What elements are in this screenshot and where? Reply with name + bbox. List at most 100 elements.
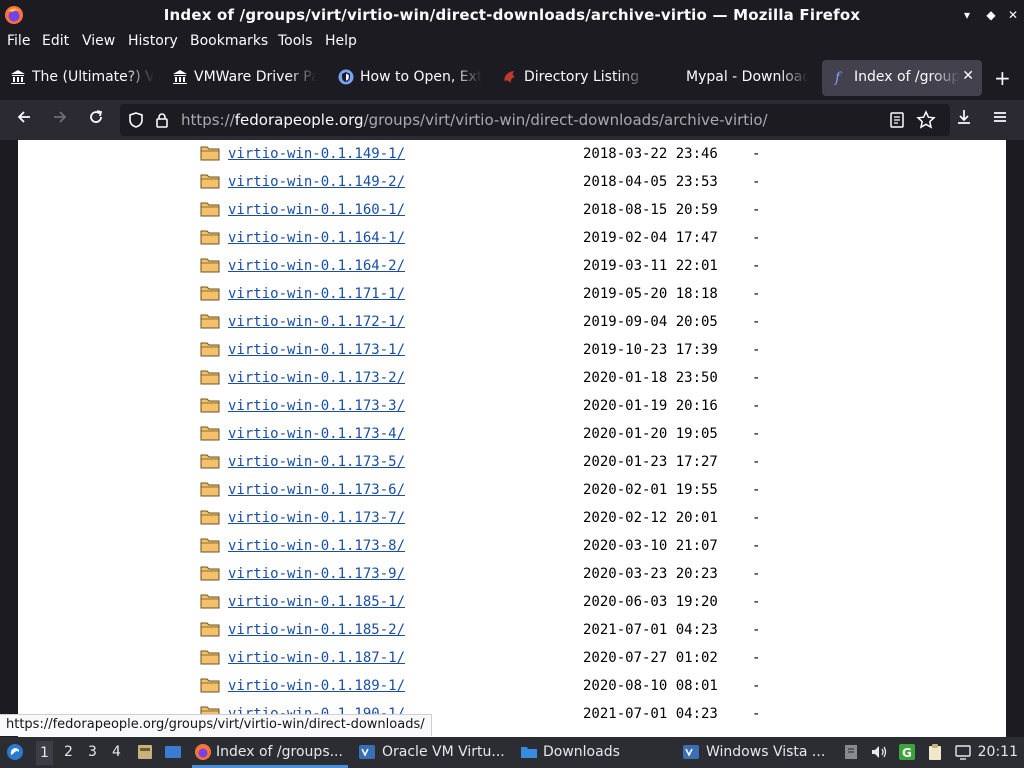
new-tab-button[interactable]: +: [994, 66, 1011, 90]
folder-link[interactable]: virtio-win-0.1.185-2/: [228, 622, 405, 638]
url-text[interactable]: https://fedorapeople.org/groups/virt/vir…: [181, 111, 768, 129]
listing-row: virtio-win-0.1.173-5/2020-01-23 17:27 -: [18, 450, 1006, 478]
url-domain: fedorapeople.org: [234, 111, 364, 129]
menu-view[interactable]: View: [82, 33, 115, 49]
size-value: -: [752, 398, 761, 414]
tab-strip: The (Ultimate?) VMware Driver Pack VMWar…: [0, 54, 1024, 100]
folder-link[interactable]: virtio-win-0.1.173-7/: [228, 510, 405, 526]
forward-button[interactable]: [48, 108, 72, 132]
tab-directory-listing[interactable]: Directory Listing: [492, 60, 652, 96]
folder-link[interactable]: virtio-win-0.1.149-2/: [228, 174, 405, 190]
listing-row: virtio-win-0.1.160-1/2018-08-15 20:59 -: [18, 198, 1006, 226]
file-manager-launcher[interactable]: [134, 737, 156, 768]
modified-date: 2018-04-05 23:53: [583, 174, 718, 190]
file-cabinet-icon: [138, 745, 152, 759]
folder-link[interactable]: virtio-win-0.1.173-8/: [228, 538, 405, 554]
back-button[interactable]: [12, 108, 36, 132]
folder-link[interactable]: virtio-win-0.1.173-9/: [228, 566, 405, 582]
tab-vmware-driver[interactable]: VMWare Driver Pack: [162, 60, 322, 96]
folder-icon: [200, 426, 220, 441]
reload-button[interactable]: [84, 108, 108, 132]
tray-archive[interactable]: [842, 737, 858, 768]
close-tab-icon[interactable]: ✕: [962, 68, 974, 84]
listing-row: virtio-win-0.1.173-4/2020-01-20 19:05 -: [18, 422, 1006, 450]
folder-link[interactable]: virtio-win-0.1.160-1/: [228, 202, 405, 218]
menu-tools[interactable]: Tools: [278, 33, 313, 49]
bookmark-star-icon[interactable]: [916, 110, 936, 130]
folder-link[interactable]: virtio-win-0.1.173-2/: [228, 370, 405, 386]
folder-icon: [200, 398, 220, 413]
folder-link[interactable]: virtio-win-0.1.172-1/: [228, 314, 405, 330]
listing-row: virtio-win-0.1.173-9/2020-03-23 20:23 -: [18, 562, 1006, 590]
size-value: -: [752, 566, 761, 582]
restore-icon[interactable]: ◆: [982, 6, 1000, 24]
workspace-1[interactable]: 1: [36, 741, 53, 765]
window-title: Index of /groups/virt/virtio-win/direct-…: [163, 6, 861, 24]
folder-link[interactable]: virtio-win-0.1.173-4/: [228, 426, 405, 442]
menu-edit[interactable]: Edit: [42, 33, 69, 49]
task-downloads[interactable]: Downloads: [518, 737, 674, 768]
folder-icon: [200, 174, 220, 189]
listing-row: virtio-win-0.1.173-1/2019-10-23 17:39 -: [18, 338, 1006, 366]
tab-mypal-download[interactable]: Mypal - Download: [654, 60, 814, 96]
archive-icon: [845, 745, 857, 759]
workspace-2[interactable]: 2: [64, 744, 73, 760]
modified-date: 2019-02-04 17:47: [583, 230, 718, 246]
folder-link[interactable]: virtio-win-0.1.173-1/: [228, 342, 405, 358]
modified-date: 2020-02-12 20:01: [583, 510, 718, 526]
menu-history[interactable]: History: [128, 33, 178, 49]
folder-link[interactable]: virtio-win-0.1.187-1/: [228, 650, 405, 666]
folder-link[interactable]: virtio-win-0.1.171-1/: [228, 286, 405, 302]
modified-date: 2019-10-23 17:39: [583, 342, 718, 358]
modified-date: 2019-09-04 20:05: [583, 314, 718, 330]
modified-date: 2020-01-18 23:50: [583, 370, 718, 386]
size-value: -: [752, 230, 761, 246]
size-value: -: [752, 146, 761, 162]
modified-date: 2020-02-01 19:55: [583, 482, 718, 498]
folder-link[interactable]: virtio-win-0.1.173-6/: [228, 482, 405, 498]
folder-link[interactable]: virtio-win-0.1.189-1/: [228, 678, 405, 694]
modified-date: 2020-03-10 21:07: [583, 538, 718, 554]
task-virtualbox[interactable]: Oracle VM Virtu...: [356, 737, 512, 768]
modified-date: 2020-07-27 01:02: [583, 650, 718, 666]
url-bar[interactable]: https://fedorapeople.org/groups/virt/vir…: [120, 104, 950, 136]
tray-green-app[interactable]: G: [898, 737, 920, 768]
folder-icon: [200, 566, 220, 581]
menu-help[interactable]: Help: [325, 33, 357, 49]
folder-link[interactable]: virtio-win-0.1.149-1/: [228, 146, 405, 162]
tray-clipboard[interactable]: [926, 737, 948, 768]
size-value: -: [752, 650, 761, 666]
nav-bar: https://fedorapeople.org/groups/virt/vir…: [0, 100, 1024, 140]
task-windows-vista[interactable]: Windows Vista ...: [680, 737, 836, 768]
menu-file[interactable]: File: [7, 33, 30, 49]
minimize-icon[interactable]: ▾: [958, 6, 976, 24]
folder-link[interactable]: virtio-win-0.1.185-1/: [228, 594, 405, 610]
tab-how-to-open[interactable]: How to Open, Extract: [328, 60, 488, 96]
workspace-3[interactable]: 3: [88, 744, 97, 760]
folder-link[interactable]: virtio-win-0.1.164-1/: [228, 230, 405, 246]
start-menu-button[interactable]: [4, 737, 30, 768]
modified-date: 2018-03-22 23:46: [583, 146, 718, 162]
folder-icon: [200, 650, 220, 665]
tray-display[interactable]: [954, 737, 976, 768]
tab-index-of-groups[interactable]: f Index of /groups/virt ✕: [822, 60, 982, 96]
size-value: -: [752, 454, 761, 470]
folder-link[interactable]: virtio-win-0.1.173-3/: [228, 398, 405, 414]
menu-bookmarks[interactable]: Bookmarks: [190, 33, 268, 49]
task-firefox[interactable]: Index of /groups...: [192, 737, 348, 768]
close-window-icon[interactable]: ✕: [1004, 6, 1022, 24]
downloads-button[interactable]: [952, 108, 976, 132]
folder-icon: [200, 342, 220, 357]
show-desktop-launcher[interactable]: [162, 737, 184, 768]
tray-volume[interactable]: [868, 737, 890, 768]
tab-ultimate-vmware[interactable]: The (Ultimate?) VMware Driver Pack: [0, 60, 160, 96]
size-value: -: [752, 538, 761, 554]
workspace-4[interactable]: 4: [112, 744, 121, 760]
vm-icon: [683, 745, 699, 759]
folder-link[interactable]: virtio-win-0.1.164-2/: [228, 258, 405, 274]
folder-link[interactable]: virtio-win-0.1.173-5/: [228, 454, 405, 470]
tracking-shield-icon[interactable]: [127, 111, 145, 129]
app-menu-button[interactable]: [988, 108, 1012, 132]
lock-icon[interactable]: [153, 111, 171, 129]
reader-view-icon[interactable]: [888, 111, 906, 129]
